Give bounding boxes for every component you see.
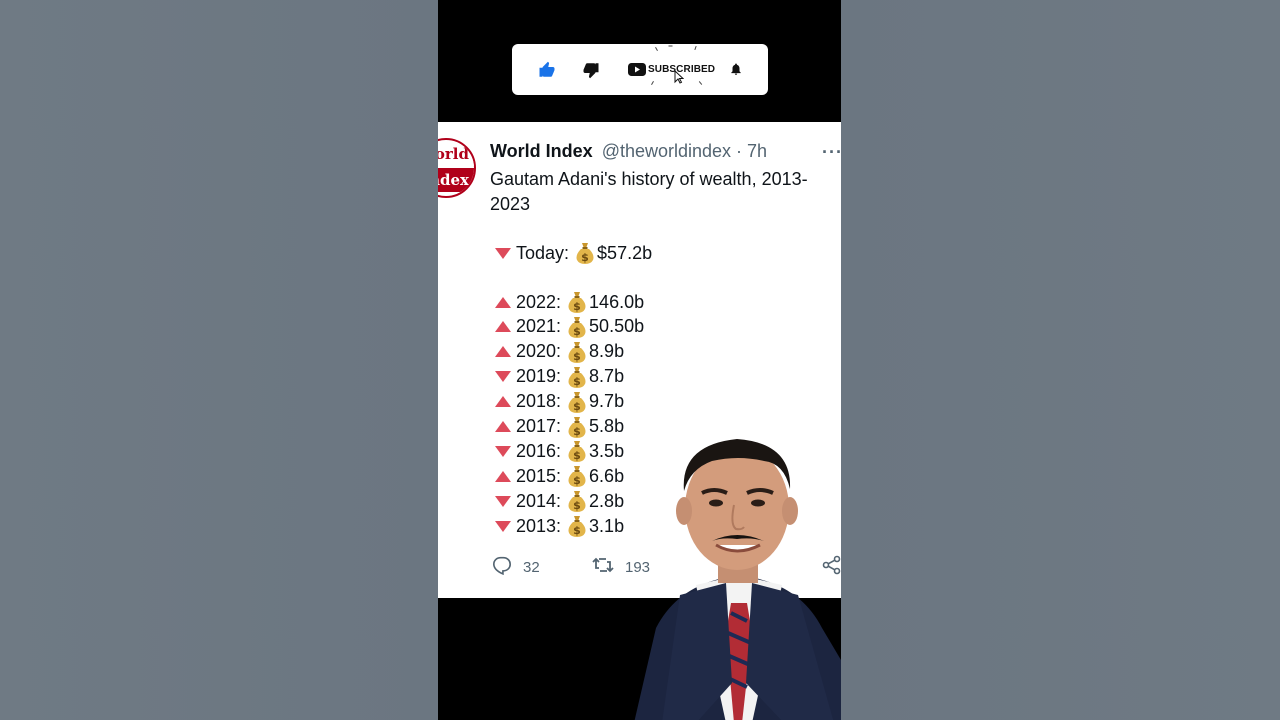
svg-text:$: $	[573, 425, 581, 438]
row-label: 2017:	[516, 416, 562, 436]
year-row: 2021: $50.50b	[495, 316, 644, 338]
row-label: 2014:	[516, 490, 562, 511]
row-value: 5.8b	[589, 416, 625, 436]
svg-text:$: $	[573, 350, 581, 363]
shorts-frame: SUBSCRIBED orld ndex World Index @thewor…	[438, 0, 841, 720]
svg-text:$: $	[573, 325, 581, 338]
sparkle-mark	[651, 81, 654, 85]
more-options-icon[interactable]: ···	[822, 142, 841, 163]
down-triangle-icon	[495, 495, 511, 507]
svg-text:$: $	[581, 251, 589, 264]
money-bag-icon: $	[567, 465, 587, 488]
separator: ·	[731, 141, 748, 161]
year-row: 2020: $8.9b	[495, 341, 624, 363]
svg-text:$: $	[573, 499, 581, 512]
row-label: 2016:	[516, 440, 562, 461]
row-label: 2019:	[516, 366, 562, 387]
year-row: 2018: $9.7b	[495, 391, 624, 413]
down-triangle-icon	[495, 371, 511, 383]
reply-count: 32	[523, 558, 540, 576]
year-row: 2022: $146.0b	[495, 291, 644, 313]
svg-text:$: $	[573, 449, 581, 462]
youtube-icon	[628, 63, 646, 81]
author-handle[interactable]: @theworldindex	[602, 141, 731, 161]
row-label: 2022:	[516, 291, 562, 312]
year-row: 2014: $2.8b	[495, 490, 625, 513]
row-label: 2013:	[516, 515, 562, 536]
sparkle-mark	[694, 45, 697, 51]
up-triangle-icon	[495, 470, 511, 482]
up-triangle-icon	[495, 296, 511, 308]
timestamp[interactable]: 7h	[747, 141, 767, 161]
engagement-bar: SUBSCRIBED	[512, 44, 768, 95]
author-name[interactable]: World Index	[490, 141, 593, 161]
row-value: 50.50b	[589, 316, 645, 337]
down-triangle-icon	[495, 247, 511, 259]
money-bag-icon: $	[567, 515, 587, 538]
money-bag-icon: $	[567, 291, 587, 313]
money-bag-icon: $	[567, 440, 587, 463]
svg-text:$: $	[573, 524, 581, 537]
svg-text:$: $	[573, 375, 581, 388]
tweet-header: World Index @theworldindex · 7h	[490, 141, 767, 162]
tweet-text: Gautam Adani's history of wealth, 2013-2…	[490, 169, 808, 214]
sparkle-mark	[655, 47, 658, 51]
down-triangle-icon	[495, 445, 511, 457]
row-value: 146.0b	[589, 291, 645, 312]
svg-text:$: $	[573, 400, 581, 413]
row-value: 3.1b	[589, 515, 625, 536]
money-bag-icon: $	[567, 316, 587, 338]
row-label: 2021:	[516, 316, 562, 337]
row-label: 2015:	[516, 465, 562, 486]
avatar[interactable]: orld ndex	[438, 138, 476, 198]
up-triangle-icon	[495, 321, 511, 333]
money-bag-icon: $	[567, 366, 587, 388]
year-row: 2019: $8.7b	[495, 366, 624, 388]
sparkle-mark	[698, 81, 703, 85]
row-value: 3.5b	[589, 440, 625, 461]
mouse-cursor-icon	[674, 69, 685, 89]
row-value: 8.9b	[589, 341, 625, 362]
year-row: 2015: $6.6b	[495, 465, 625, 488]
money-bag-icon: $	[567, 391, 587, 413]
row-value: 6.6b	[589, 465, 625, 486]
money-bag-icon: $	[567, 490, 587, 513]
year-row: 2013: $3.1b	[495, 515, 625, 538]
up-triangle-icon	[495, 346, 511, 358]
row-value: $57.2b	[597, 242, 653, 263]
row-label: 2020:	[516, 341, 562, 362]
dislike-icon[interactable]	[582, 61, 600, 84]
money-bag-icon: $	[567, 416, 587, 438]
avatar-text-bottom: ndex	[438, 168, 474, 192]
row-value: 9.7b	[589, 391, 625, 412]
up-triangle-icon	[495, 421, 511, 432]
money-bag-icon: $	[567, 341, 587, 363]
avatar-text-top: orld	[438, 142, 474, 166]
row-label: Today:	[516, 242, 570, 263]
person-photo	[634, 433, 841, 720]
svg-text:$: $	[573, 474, 581, 487]
like-icon[interactable]	[538, 61, 556, 84]
row-label: 2018:	[516, 391, 562, 412]
sparkle-mark	[668, 45, 673, 47]
reply-icon	[491, 555, 513, 579]
retweet-icon	[591, 555, 615, 579]
money-bag-icon: $	[575, 242, 595, 264]
row-value: 2.8b	[589, 490, 625, 511]
svg-text:$: $	[573, 300, 581, 313]
year-row: 2017: $5.8b	[495, 416, 624, 438]
down-triangle-icon	[495, 520, 511, 532]
row-value: 8.7b	[589, 366, 625, 387]
up-triangle-icon	[495, 396, 511, 408]
today-row: Today: $ $57.2b	[495, 242, 652, 264]
reply-button[interactable]: 32	[491, 555, 540, 579]
year-row: 2016: $3.5b	[495, 440, 625, 463]
bell-icon[interactable]	[729, 61, 743, 82]
